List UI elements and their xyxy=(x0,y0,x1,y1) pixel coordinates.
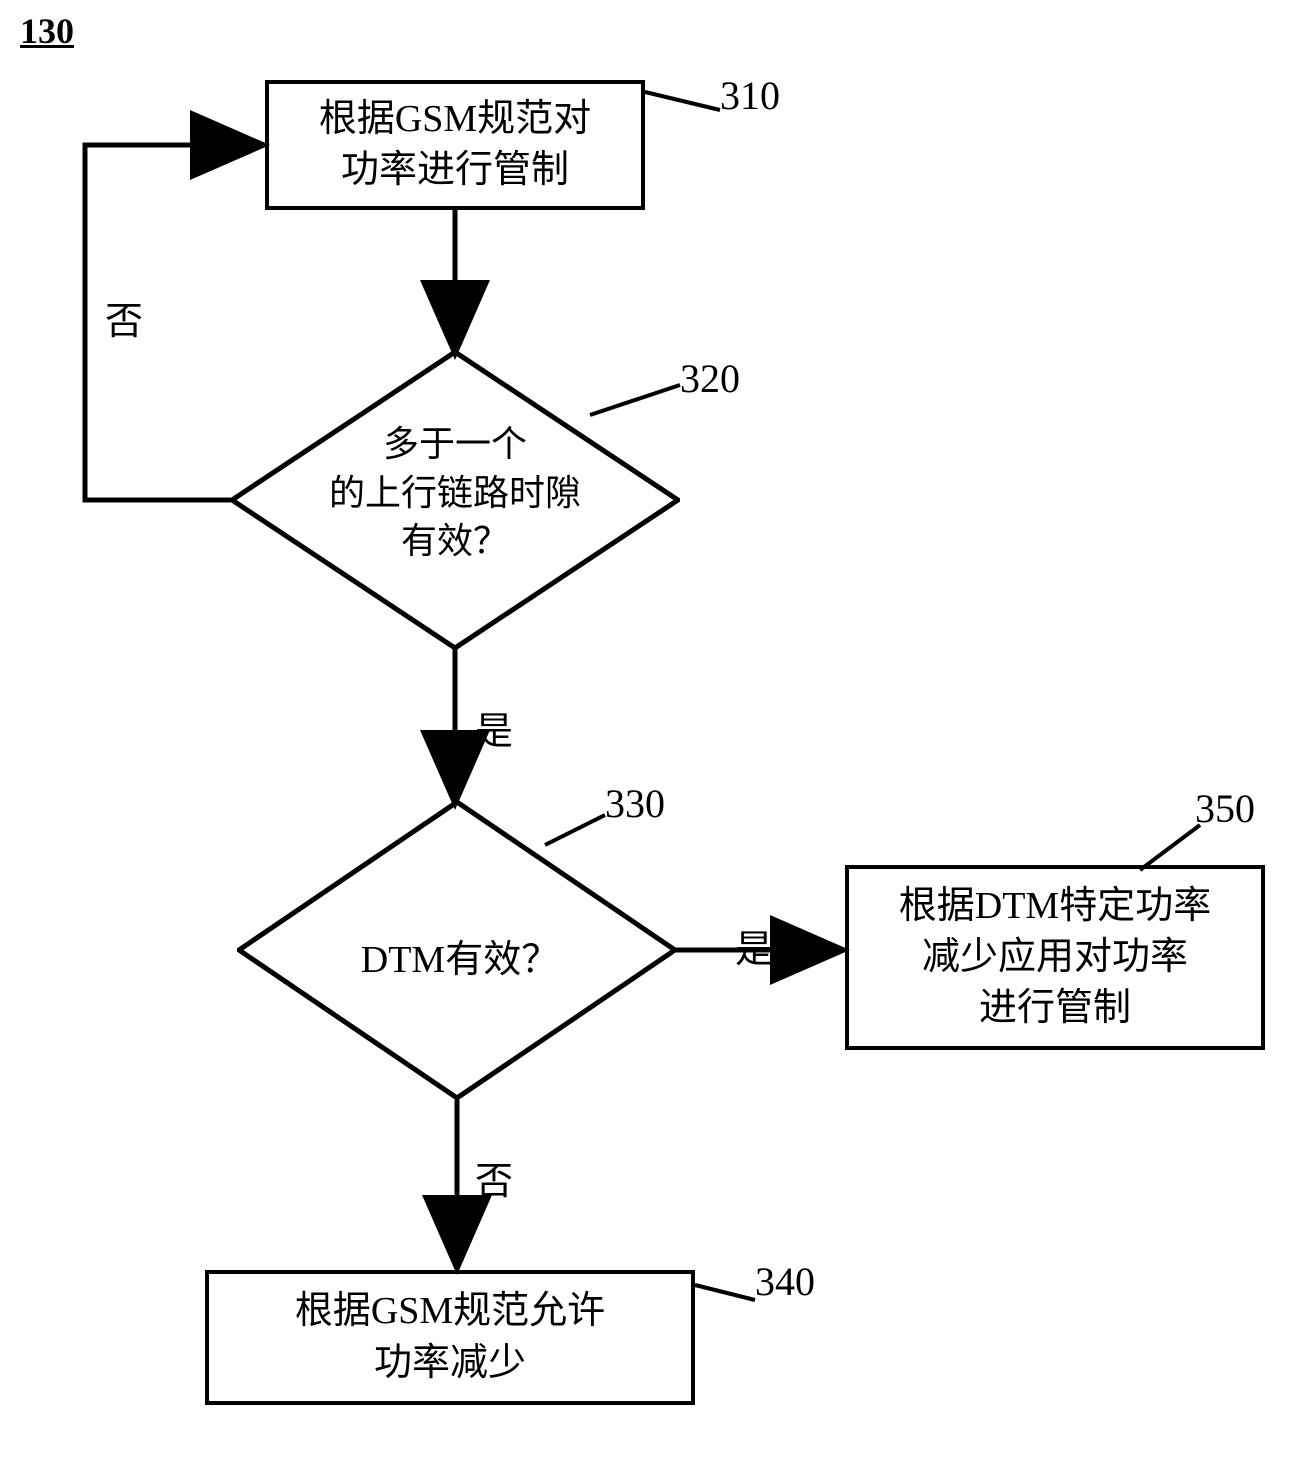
decision-330-text: DTM有效？ xyxy=(300,928,620,983)
edge-label-no-320: 否 xyxy=(105,290,143,345)
leader-340 xyxy=(680,1275,760,1310)
leader-310 xyxy=(630,80,730,130)
flow-arrows xyxy=(0,0,1306,1457)
edge-label-no-330: 否 xyxy=(475,1150,513,1205)
process-box-310: 根据GSM规范对 功率进行管制 xyxy=(265,80,645,210)
process-box-340: 根据GSM规范允许 功率减少 xyxy=(205,1270,695,1405)
leader-350 xyxy=(1130,820,1210,875)
process-box-340-text: 根据GSM规范允许 功率减少 xyxy=(295,1286,605,1389)
figure-number: 130 xyxy=(20,10,74,52)
edge-label-yes-320: 是 xyxy=(475,700,513,755)
ref-label-340: 340 xyxy=(755,1258,815,1305)
decision-320-text: 多于一个 的上行链路时隙 有效？ xyxy=(280,420,630,566)
process-box-350-text: 根据DTM特定功率 减少应用对功率 进行管制 xyxy=(899,881,1211,1035)
process-box-350: 根据DTM特定功率 减少应用对功率 进行管制 xyxy=(845,865,1265,1050)
process-box-310-text: 根据GSM规范对 功率进行管制 xyxy=(319,94,591,197)
leader-330 xyxy=(540,810,615,850)
leader-320 xyxy=(580,375,690,425)
edge-label-yes-330: 是 xyxy=(735,918,773,973)
